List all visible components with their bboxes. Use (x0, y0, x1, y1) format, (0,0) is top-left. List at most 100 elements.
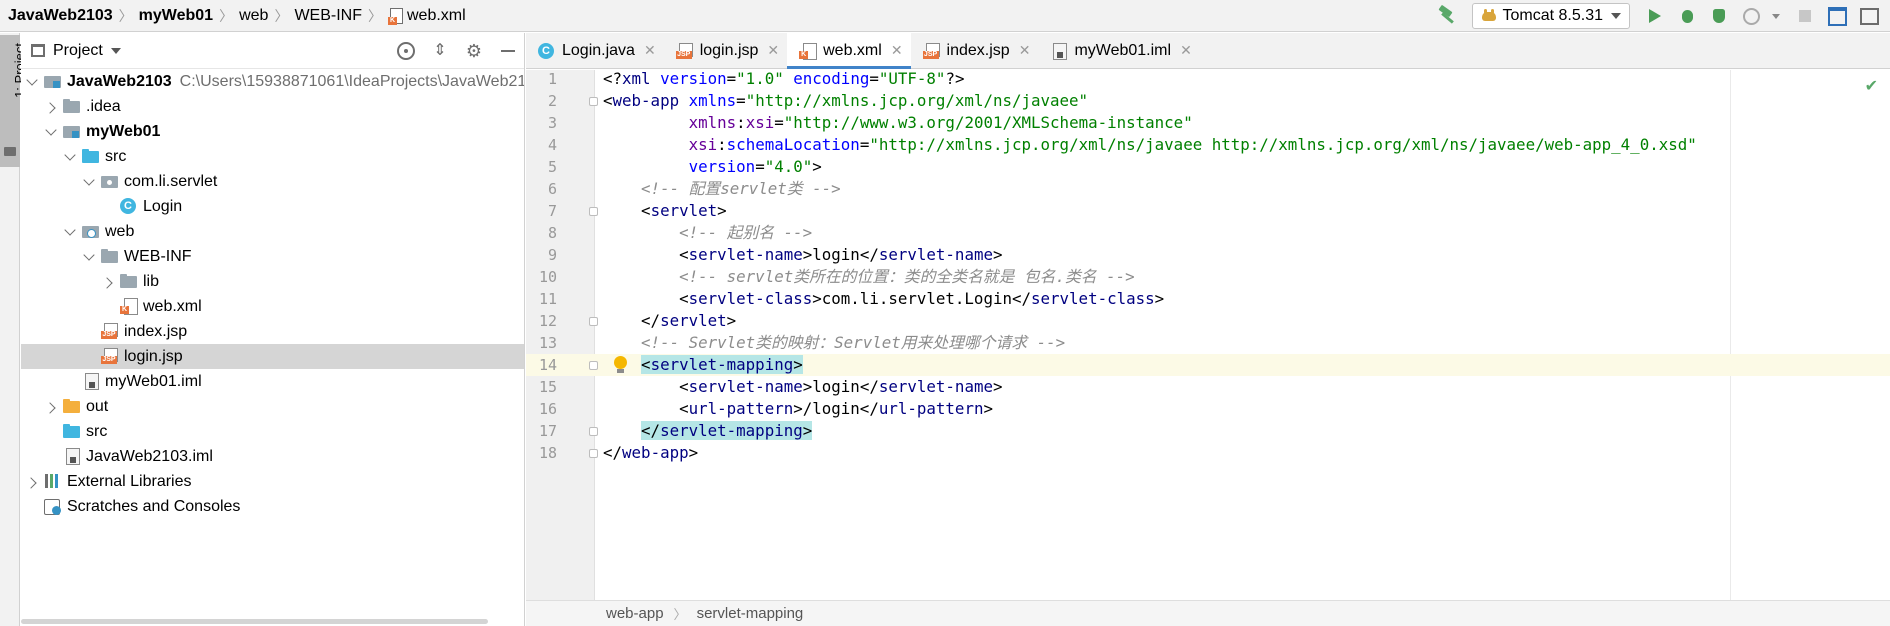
editor-tab[interactable]: Login.java ✕ (526, 33, 664, 68)
tree-item[interactable]: .idea (21, 94, 524, 119)
tree-item[interactable]: Login (21, 194, 524, 219)
code-line[interactable]: 1 <?xml version="1.0" encoding="UTF-8"?> (526, 68, 1890, 90)
collapse-all-icon[interactable] (430, 41, 450, 61)
tree-item[interactable]: myWeb01 (21, 119, 524, 144)
close-icon[interactable]: ✕ (1019, 42, 1031, 59)
fold-marker-icon[interactable] (589, 96, 598, 106)
code-text: </servlet-mapping> (641, 421, 813, 440)
breadcrumb-item[interactable]: myWeb01 (139, 7, 213, 25)
chevron-down-icon[interactable] (65, 226, 75, 236)
run-configuration-dropdown[interactable]: Tomcat 8.5.31 (1471, 3, 1630, 29)
editor-breadcrumb-item[interactable]: servlet-mapping (697, 605, 804, 622)
fold-marker-icon[interactable] (589, 448, 598, 458)
folder-icon (63, 98, 81, 114)
breadcrumb-item-file[interactable]: web.xml (387, 7, 466, 25)
code-line[interactable]: 5 version="4.0"> (526, 156, 1890, 178)
tree-item[interactable]: JavaWeb2103 C:\Users\15938871061\IdeaProj… (21, 69, 524, 94)
tree-item[interactable]: WEB-INF (21, 244, 524, 269)
chevron-down-icon[interactable] (1772, 13, 1780, 19)
code-line[interactable]: 4 xsi:schemaLocation="http://xmlns.jcp.o… (526, 134, 1890, 156)
code-line[interactable]: 3 xmlns:xsi="http://www.w3.org/2001/XMLS… (526, 112, 1890, 134)
tree-item[interactable]: External Libraries (21, 469, 524, 494)
project-structure-icon[interactable] (1826, 5, 1848, 27)
tree-item[interactable]: src (21, 144, 524, 169)
close-icon[interactable]: ✕ (891, 42, 903, 59)
code-line[interactable]: 7 <servlet> (526, 200, 1890, 222)
stop-icon[interactable] (1794, 5, 1816, 27)
source-folder-icon (82, 148, 100, 164)
line-number: 8 (547, 224, 557, 242)
code-line[interactable]: 15 <servlet-name>login</servlet-name> (526, 376, 1890, 398)
editor-tab-label: Login.java (562, 41, 635, 59)
close-icon[interactable]: ✕ (1180, 42, 1192, 59)
tree-item[interactable]: src (21, 419, 524, 444)
tree-item[interactable]: JavaWeb2103.iml (21, 444, 524, 469)
code-line[interactable]: 12 </servlet> (526, 310, 1890, 332)
tree-item[interactable]: web (21, 219, 524, 244)
line-number: 3 (547, 114, 557, 132)
horizontal-scrollbar[interactable] (21, 619, 488, 624)
chevron-right-icon[interactable] (46, 102, 56, 112)
code-line[interactable]: 8 <!-- 起别名 --> (526, 222, 1890, 244)
fold-marker-icon[interactable] (589, 316, 598, 326)
tree-item[interactable]: myWeb01.iml (21, 369, 524, 394)
chevron-down-icon[interactable] (84, 176, 94, 186)
profile-icon[interactable] (1740, 5, 1762, 27)
fold-marker-icon[interactable] (589, 360, 598, 370)
code-line[interactable]: 13 <!-- Servlet类的映射：Servlet用来处理哪个请求 --> (526, 332, 1890, 354)
jsp-file-icon (101, 348, 119, 364)
editor-tab[interactable]: login.jsp ✕ (664, 33, 787, 68)
tree-item[interactable]: com.li.servlet (21, 169, 524, 194)
line-number: 6 (547, 180, 557, 198)
code-line[interactable]: 17 </servlet-mapping> (526, 420, 1890, 442)
code-line[interactable]: 11 <servlet-class>com.li.servlet.Login</… (526, 288, 1890, 310)
chevron-down-icon[interactable] (27, 76, 37, 86)
project-tool-window-tab[interactable]: 1: Project (0, 35, 27, 167)
code-editor[interactable]: 1 <?xml version="1.0" encoding="UTF-8"?> 2… (526, 68, 1890, 600)
hide-panel-icon[interactable] (498, 41, 518, 61)
chevron-right-icon[interactable] (46, 402, 56, 412)
breadcrumb-item[interactable]: JavaWeb2103 (8, 7, 113, 25)
tree-item[interactable]: lib (21, 269, 524, 294)
chevron-down-icon[interactable] (84, 251, 94, 261)
chevron-right-icon[interactable] (103, 277, 113, 287)
folder-icon (120, 273, 138, 289)
close-icon[interactable]: ✕ (767, 42, 779, 59)
code-line[interactable]: 14 <servlet-mapping> (526, 354, 1890, 376)
editor-breadcrumb-item[interactable]: web-app (606, 605, 664, 622)
chevron-down-icon[interactable] (46, 126, 56, 136)
tree-item[interactable]: index.jsp (21, 319, 524, 344)
chevron-down-icon[interactable] (65, 151, 75, 161)
chevron-down-icon[interactable] (110, 47, 121, 54)
fold-marker-icon[interactable] (589, 426, 598, 436)
gear-icon[interactable] (464, 41, 484, 61)
module-folder-icon (63, 123, 81, 139)
editor-tab[interactable]: myWeb01.iml ✕ (1038, 33, 1199, 68)
excluded-folder-icon (63, 398, 81, 414)
fold-marker-icon[interactable] (589, 206, 598, 216)
editor-tab[interactable]: web.xml ✕ (787, 33, 911, 69)
editor-tab[interactable]: index.jsp ✕ (911, 33, 1039, 68)
code-line[interactable]: 6 <!-- 配置servlet类 --> (526, 178, 1890, 200)
run-icon[interactable] (1644, 5, 1666, 27)
tree-item[interactable]: login.jsp (21, 344, 524, 369)
breadcrumb-item[interactable]: web (239, 7, 268, 25)
code-line[interactable]: 18 </web-app> (526, 442, 1890, 464)
code-line[interactable]: 10 <!-- servlet类所在的位置：类的全类名就是 包名.类名 --> (526, 266, 1890, 288)
close-icon[interactable]: ✕ (644, 42, 656, 59)
breadcrumb-item[interactable]: WEB-INF (294, 7, 362, 25)
run-with-coverage-icon[interactable] (1708, 5, 1730, 27)
code-line[interactable]: 9 <servlet-name>login</servlet-name> (526, 244, 1890, 266)
code-line[interactable]: 2 <web-app xmlns="http://xmlns.jcp.org/xm… (526, 90, 1890, 112)
tree-item[interactable]: Scratches and Consoles (21, 494, 524, 519)
tree-item[interactable]: web.xml (21, 294, 524, 319)
code-line[interactable]: 16 <url-pattern>/login</url-pattern> (526, 398, 1890, 420)
chevron-right-icon[interactable] (27, 477, 37, 487)
tree-item[interactable]: out (21, 394, 524, 419)
build-hammer-icon[interactable] (1436, 5, 1458, 27)
line-number: 14 (538, 356, 557, 374)
layout-icon[interactable] (1858, 5, 1880, 27)
debug-icon[interactable] (1676, 5, 1698, 27)
project-view-selector[interactable]: Project (53, 42, 103, 60)
locate-file-icon[interactable] (396, 41, 416, 61)
